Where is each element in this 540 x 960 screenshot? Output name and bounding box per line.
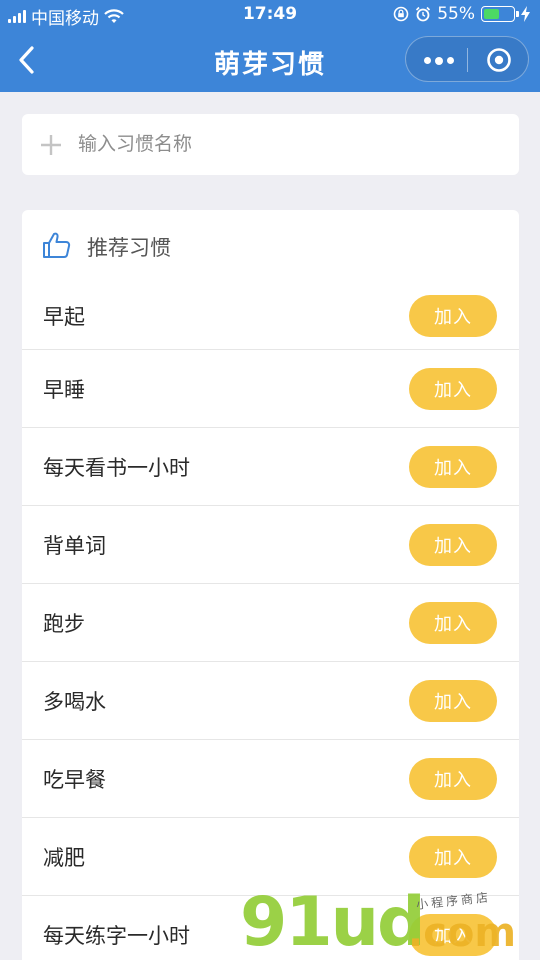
battery-percent: 55% (437, 4, 475, 24)
habit-label: 跑步 (43, 611, 85, 636)
list-item: 跑步 加入 (22, 584, 519, 662)
nav-bar: 萌芽习惯 (0, 30, 540, 92)
recommended-header: 推荐习惯 (22, 210, 519, 282)
list-item: 每天看书一小时 加入 (22, 428, 519, 506)
capsule-divider (467, 48, 468, 72)
habit-label: 减肥 (43, 845, 85, 870)
battery-level (484, 9, 500, 19)
habit-label: 早起 (43, 304, 85, 329)
list-item: 早睡 加入 (22, 350, 519, 428)
watermark-main: 91ud (240, 883, 426, 960)
charging-icon (521, 6, 530, 22)
recommended-title: 推荐习惯 (87, 236, 171, 260)
more-dots-icon[interactable] (424, 56, 454, 65)
habit-label: 每天看书一小时 (43, 455, 190, 480)
join-button[interactable]: 加入 (409, 757, 497, 800)
join-button[interactable]: 加入 (409, 523, 497, 566)
plus-icon[interactable] (40, 134, 62, 156)
join-button[interactable]: 加入 (409, 445, 497, 488)
habit-label: 背单词 (43, 533, 106, 558)
rotation-lock-icon (393, 6, 409, 22)
recommended-habits-card: 推荐习惯 早起 加入 早睡 加入 每天看书一小时 加入 背单词 加入 跑步 加入… (22, 210, 519, 960)
habit-label: 每天练字一小时 (43, 923, 190, 948)
mini-program-capsule (405, 36, 529, 82)
join-button[interactable]: 加入 (409, 835, 497, 878)
target-icon[interactable] (486, 47, 512, 73)
habit-name-input[interactable] (78, 124, 498, 164)
join-button[interactable]: 加入 (409, 601, 497, 644)
join-button[interactable]: 加入 (409, 679, 497, 722)
battery-icon (481, 6, 519, 22)
watermark-logo: 91ud 小程序商店 .com (240, 886, 536, 960)
join-button[interactable]: 加入 (409, 367, 497, 410)
status-bar: 中国移动 17:49 55% (0, 0, 540, 30)
list-item: 背单词 加入 (22, 506, 519, 584)
habit-label: 吃早餐 (43, 767, 106, 792)
habit-list: 早起 加入 早睡 加入 每天看书一小时 加入 背单词 加入 跑步 加入 多喝水 … (22, 282, 519, 960)
list-item: 早起 加入 (22, 282, 519, 350)
join-button[interactable]: 加入 (409, 294, 497, 337)
habit-label: 多喝水 (43, 689, 106, 714)
list-item: 多喝水 加入 (22, 662, 519, 740)
watermark-domain: .com (408, 910, 517, 956)
list-item: 吃早餐 加入 (22, 740, 519, 818)
add-habit-card (22, 114, 519, 175)
thumbs-up-icon (43, 232, 71, 258)
alarm-icon (416, 6, 431, 22)
top-bar: 中国移动 17:49 55% 萌芽习惯 (0, 0, 540, 92)
habit-label: 早睡 (43, 377, 85, 402)
